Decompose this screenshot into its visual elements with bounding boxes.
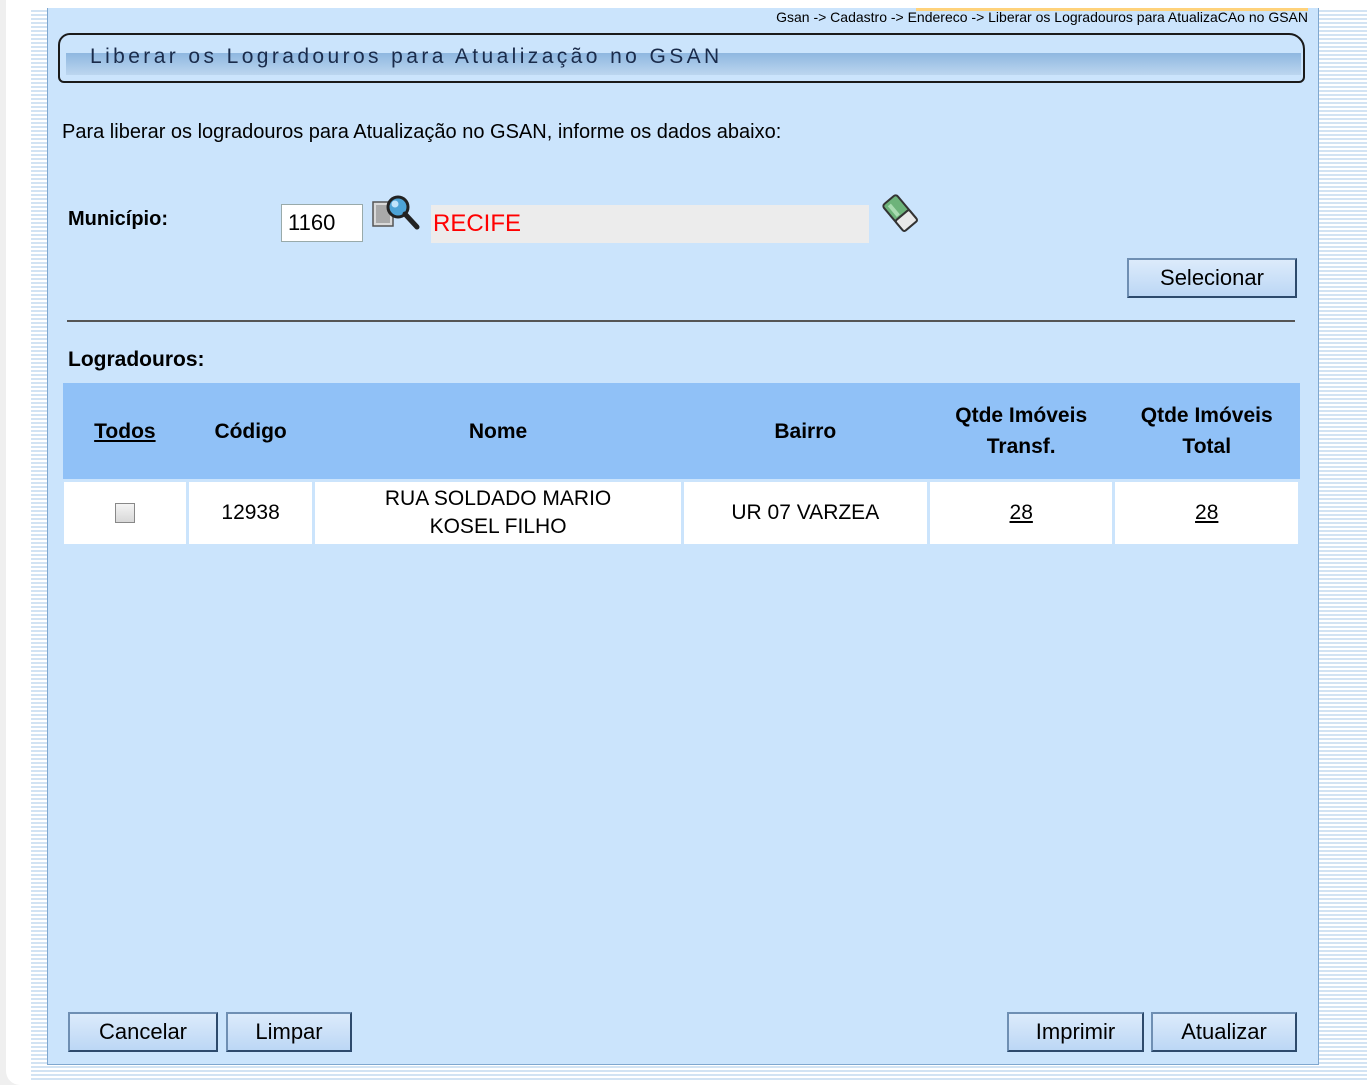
header-todos[interactable]: Todos [62, 383, 188, 481]
atualizar-button[interactable]: Atualizar [1151, 1012, 1297, 1052]
logradouros-label: Logradouros: [68, 348, 205, 371]
breadcrumb: Gsan -> Cadastro -> Endereco -> Liberar … [460, 8, 1308, 26]
row-bairro: UR 07 VARZEA [680, 479, 930, 547]
eraser-icon[interactable] [880, 192, 920, 234]
row-qtde-total-cell: 28 [1112, 479, 1301, 547]
row-codigo: 12938 [185, 479, 316, 547]
page-title: Liberar os Logradouros para Atualização … [90, 45, 723, 68]
municipio-code-input[interactable] [281, 204, 363, 242]
row-checkbox[interactable] [114, 503, 135, 524]
table-header-row: Todos Código Nome Bairro Qtde Imóveis Tr… [62, 383, 1300, 481]
qtde-total-link[interactable]: 28 [1195, 501, 1218, 524]
divider [67, 320, 1295, 322]
imprimir-button[interactable]: Imprimir [1007, 1012, 1144, 1052]
breadcrumb-text: Gsan -> Cadastro -> Endereco -> Liberar … [776, 9, 1308, 25]
cancelar-button[interactable]: Cancelar [68, 1012, 218, 1052]
row-nome: RUA SOLDADO MARIO KOSEL FILHO [312, 479, 684, 547]
header-codigo: Código [187, 383, 314, 481]
municipio-name-field: RECIFE [431, 205, 869, 243]
logradouros-table: Todos Código Nome Bairro Qtde Imóveis Tr… [61, 383, 1301, 547]
header-qtde-total: Qtde Imóveis Total [1113, 383, 1300, 481]
row-checkbox-cell [61, 479, 189, 547]
header-nome: Nome [313, 383, 683, 481]
selecionar-button[interactable]: Selecionar [1127, 258, 1297, 298]
limpar-button[interactable]: Limpar [226, 1012, 352, 1052]
header-qtde-transf: Qtde Imóveis Transf. [928, 383, 1114, 481]
header-bairro: Bairro [682, 383, 929, 481]
intro-text: Para liberar os logradouros para Atualiz… [62, 121, 782, 143]
bottom-border-stripe [31, 1064, 1367, 1080]
right-border-stripe [1318, 8, 1367, 1080]
search-icon[interactable] [372, 194, 422, 234]
municipio-label: Município: [68, 208, 168, 230]
table-row: 12938 RUA SOLDADO MARIO KOSEL FILHO UR 0… [61, 479, 1301, 547]
row-qtde-transf-cell: 28 [926, 479, 1116, 547]
qtde-transf-link[interactable]: 28 [1010, 501, 1033, 524]
